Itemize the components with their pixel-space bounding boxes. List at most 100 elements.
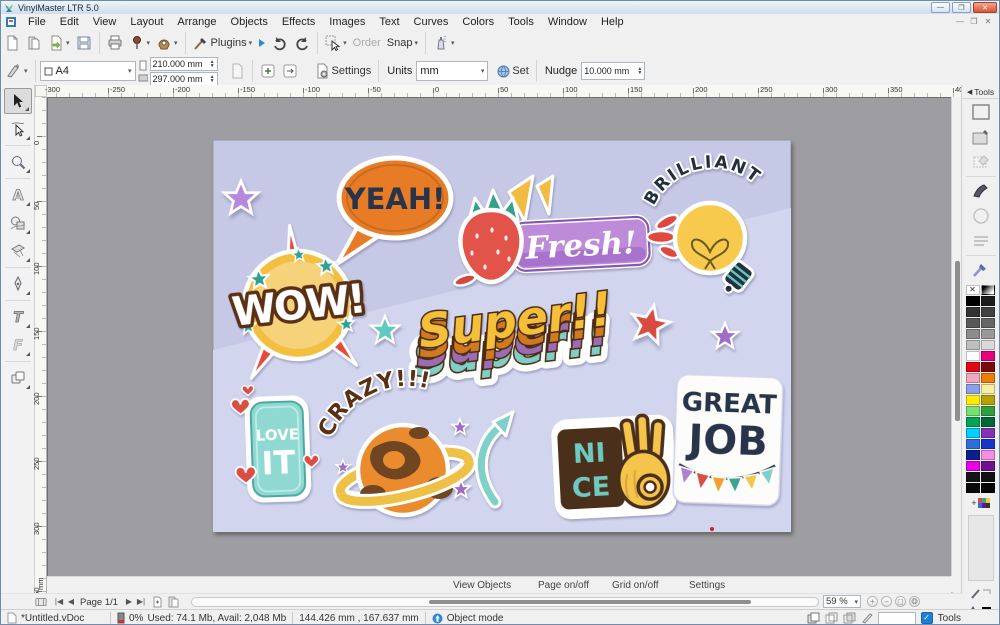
layer-front-icon[interactable] <box>807 612 820 624</box>
page-settings-button[interactable]: Settings <box>311 60 375 82</box>
layer-middle-icon[interactable] <box>825 612 838 624</box>
page-width-spinner[interactable]: 210.000 mm▲▼ <box>150 57 218 71</box>
palette-swatch[interactable] <box>966 329 980 339</box>
tool-text[interactable]: A <box>4 182 32 208</box>
close-button[interactable]: ✕ <box>973 2 997 13</box>
menu-item-window[interactable]: Window <box>541 15 594 29</box>
open-button[interactable] <box>23 32 45 54</box>
palette-swatch[interactable] <box>981 417 995 427</box>
doc-minimize-button[interactable]: — <box>953 17 967 26</box>
add-page-button[interactable] <box>257 60 279 82</box>
tool-effects[interactable]: F <box>4 332 32 358</box>
menu-item-colors[interactable]: Colors <box>455 15 501 29</box>
palette-swatch[interactable] <box>966 373 980 383</box>
menu-item-effects[interactable]: Effects <box>275 15 322 29</box>
tool-pen[interactable] <box>4 271 32 297</box>
tool-select[interactable] <box>4 88 32 114</box>
palette-swatch[interactable] <box>981 428 995 438</box>
menu-item-curves[interactable]: Curves <box>407 15 456 29</box>
add-swatch-button[interactable]: + <box>970 497 992 509</box>
vertical-scrollbar-thumb[interactable] <box>955 261 960 421</box>
palette-swatch[interactable] <box>981 296 995 306</box>
palette-swatch[interactable] <box>981 406 995 416</box>
view-objects-button[interactable]: View Objects <box>453 580 511 591</box>
pen-mode-icon[interactable] <box>861 612 873 624</box>
add-page-before-icon[interactable] <box>151 596 163 608</box>
sticker-nice[interactable]: NI CE <box>550 414 677 520</box>
page-list-icon[interactable] <box>35 596 47 608</box>
palette-swatch[interactable] <box>981 461 995 471</box>
save-button[interactable] <box>73 32 95 54</box>
menu-item-view[interactable]: View <box>86 15 124 29</box>
palette-swatch[interactable] <box>966 450 980 460</box>
menu-item-objects[interactable]: Objects <box>224 15 275 29</box>
horizontal-scrollbar-thumb[interactable] <box>429 600 751 604</box>
lines-tool[interactable] <box>964 229 998 253</box>
palette-swatch[interactable] <box>966 483 980 493</box>
menu-item-help[interactable]: Help <box>594 15 631 29</box>
prev-page-button[interactable]: ◀ <box>65 596 77 608</box>
menu-item-images[interactable]: Images <box>322 15 372 29</box>
vinyl-spool-button[interactable]: ▾ <box>153 32 181 54</box>
orientation-button[interactable] <box>279 60 301 82</box>
palette-swatch[interactable] <box>966 296 980 306</box>
last-page-button[interactable]: ▶| <box>135 596 147 608</box>
spray-tool-button[interactable]: ▾ <box>430 32 458 54</box>
tool-stencil[interactable]: T <box>4 304 32 330</box>
stroke-indicator-icon[interactable] <box>969 587 993 601</box>
nudge-spinner[interactable]: 10.000 mm▲▼ <box>581 62 645 80</box>
palette-swatch[interactable] <box>981 285 995 295</box>
new-document-button[interactable] <box>1 32 23 54</box>
palette-swatch[interactable] <box>981 384 995 394</box>
palette-swatch[interactable] <box>981 318 995 328</box>
page-height-spinner[interactable]: 297.000 mm▲▼ <box>150 72 218 86</box>
menu-item-edit[interactable]: Edit <box>53 15 86 29</box>
zoom-in-button[interactable]: + <box>867 596 878 607</box>
tool-weeding[interactable] <box>4 238 32 264</box>
next-page-button[interactable]: ▶ <box>123 596 135 608</box>
menu-item-file[interactable]: File <box>21 15 53 29</box>
snap-button[interactable]: Snap▾ <box>384 34 421 52</box>
palette-swatch[interactable] <box>966 340 980 350</box>
run-plugin-button[interactable] <box>255 35 269 51</box>
undo-button[interactable] <box>269 32 291 54</box>
set-units-button[interactable]: Set <box>494 62 532 81</box>
palette-swatch[interactable] <box>981 340 995 350</box>
palette-swatch[interactable] <box>981 472 995 482</box>
palette-swatch[interactable]: ✕ <box>966 285 980 295</box>
palette-swatch[interactable] <box>981 329 995 339</box>
vertical-ruler[interactable]: mm050100150200250300350 <box>35 97 47 593</box>
minimize-button[interactable]: — <box>931 2 950 13</box>
first-page-button[interactable]: |◀ <box>53 596 65 608</box>
palette-swatch[interactable] <box>966 395 980 405</box>
order-button[interactable]: Order <box>350 34 384 52</box>
doc-restore-button[interactable]: ❐ <box>967 17 981 26</box>
transform-tool[interactable] <box>964 150 998 174</box>
restore-button[interactable]: ❐ <box>952 2 971 13</box>
freehand-tool[interactable] <box>964 179 998 203</box>
palette-swatch[interactable] <box>966 417 980 427</box>
rect-outline-tool[interactable] <box>964 100 998 124</box>
palette-swatch[interactable] <box>966 406 980 416</box>
palette-swatch[interactable] <box>981 362 995 372</box>
pick-tool-button[interactable]: ▾ <box>322 32 350 54</box>
units-combo[interactable]: mm▾ <box>416 61 488 81</box>
eyedropper-tool[interactable] <box>964 258 998 282</box>
document-page[interactable]: YEAH! WOW! <box>213 140 791 532</box>
plugins-button[interactable]: Plugins▾ <box>190 32 256 54</box>
add-page-after-icon[interactable] <box>167 596 179 608</box>
tool-shapes[interactable] <box>4 210 32 236</box>
fill-tool[interactable] <box>964 125 998 149</box>
ellipse-tool[interactable] <box>964 204 998 228</box>
blank-page-button[interactable] <box>226 60 248 82</box>
redo-button[interactable] <box>291 32 313 54</box>
zoom-fit-button[interactable]: ◻ <box>895 596 906 607</box>
menu-item-text[interactable]: Text <box>372 15 406 29</box>
tools-panel-header[interactable]: ◀Tools <box>962 85 999 99</box>
palette-swatch[interactable] <box>966 384 980 394</box>
palette-swatch[interactable] <box>981 450 995 460</box>
palette-swatch[interactable] <box>981 483 995 493</box>
settings-button[interactable]: Settings <box>689 580 725 591</box>
print-button[interactable] <box>104 32 126 54</box>
palette-swatch[interactable] <box>966 318 980 328</box>
